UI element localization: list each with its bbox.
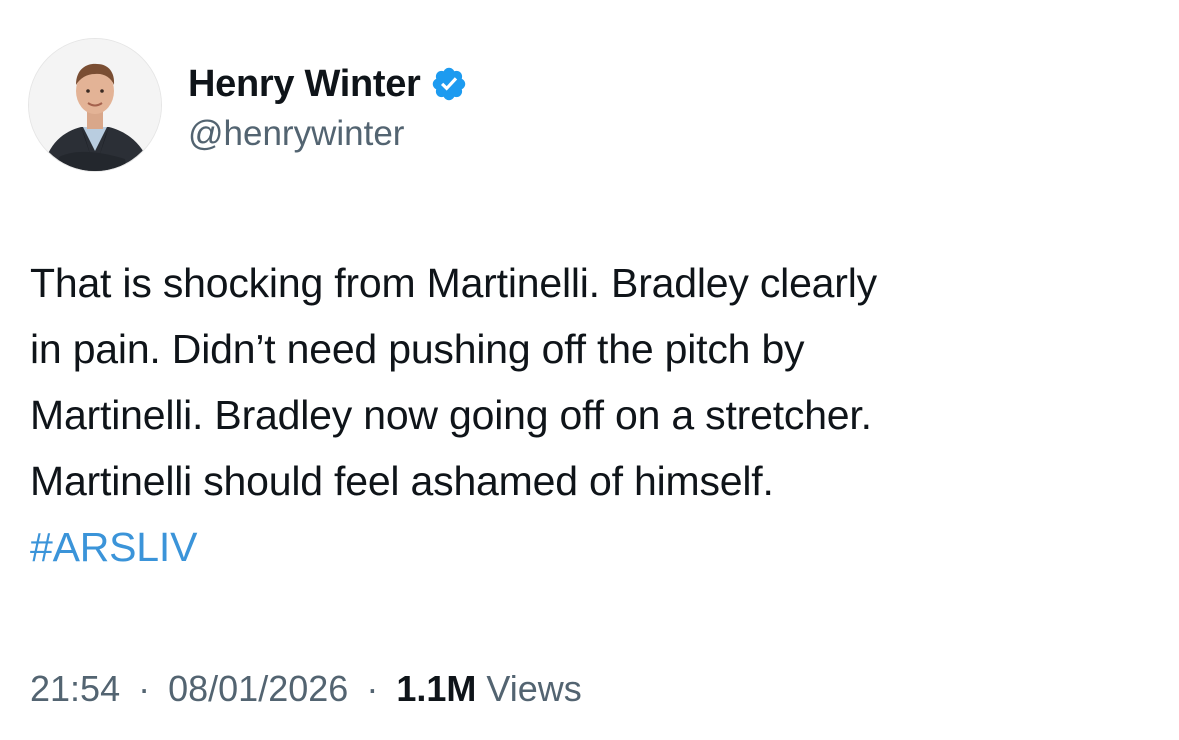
avatar-portrait-icon [29,39,161,171]
author-display-name[interactable]: Henry Winter [188,63,421,106]
tweet-text: That is shocking from Martinelli. Bradle… [30,250,1150,580]
tweet-header: Henry Winter @henrywinter [28,38,468,172]
tweet-card: Henry Winter @henrywinter That is shocki… [0,0,1179,740]
tweet-meta: 21:54 · 08/01/2026 · 1.1M Views [30,668,582,710]
author-avatar[interactable] [28,38,162,172]
views-count[interactable]: 1.1M [396,668,476,709]
meta-separator: · [366,668,389,709]
verified-badge-icon [430,65,468,103]
author-names: Henry Winter @henrywinter [188,56,468,154]
tweet-time[interactable]: 21:54 [30,668,120,709]
hashtag-line: #ARSLIV [30,514,1150,580]
views-label: Views [486,668,582,709]
author-handle[interactable]: @henrywinter [188,114,468,154]
name-row: Henry Winter [188,56,468,112]
tweet-text-line: Martinelli. Bradley now going off on a s… [30,392,872,438]
tweet-text-line: in pain. Didn’t need pushing off the pit… [30,326,805,372]
tweet-date[interactable]: 08/01/2026 [168,668,348,709]
hashtag-link[interactable]: #ARSLIV [30,514,197,580]
tweet-text-line: Martinelli should feel ashamed of himsel… [30,458,774,504]
meta-separator: · [138,668,161,709]
tweet-text-line: That is shocking from Martinelli. Bradle… [30,260,877,306]
